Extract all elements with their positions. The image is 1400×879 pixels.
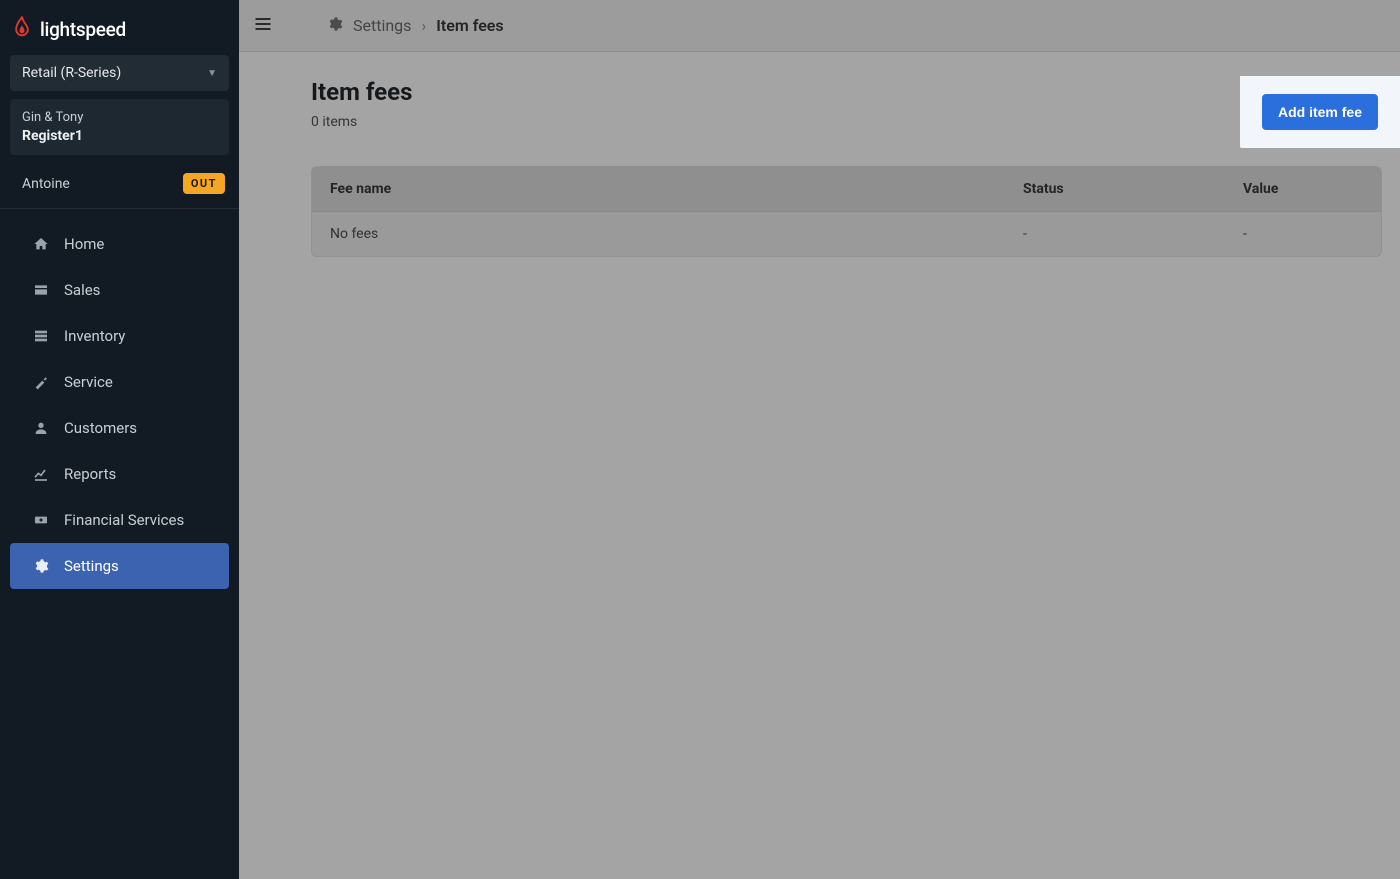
sidebar-item-financial[interactable]: Financial Services — [10, 497, 229, 543]
breadcrumb-current: Item fees — [436, 16, 503, 35]
brand-logo: lightspeed — [0, 0, 239, 55]
sidebar-item-reports[interactable]: Reports — [10, 451, 229, 497]
sales-icon — [32, 282, 50, 298]
sidebar-item-label: Home — [64, 235, 104, 253]
col-value: Value — [1243, 181, 1363, 197]
sidebar-item-label: Service — [64, 373, 113, 391]
chevron-down-icon: ▼ — [207, 68, 217, 79]
table-row: No fees - - — [312, 212, 1381, 256]
col-fee-name: Fee name — [330, 181, 1023, 197]
service-icon — [32, 374, 50, 390]
page-content: Item fees 0 items Fee name Status Value … — [239, 52, 1400, 287]
page-header: Item fees 0 items — [311, 78, 1382, 130]
brand-name: lightspeed — [40, 18, 126, 41]
user-row[interactable]: Antoine OUT — [0, 155, 239, 209]
inventory-icon — [32, 328, 50, 344]
item-count: 0 items — [311, 114, 412, 130]
series-label: Retail (R-Series) — [22, 65, 121, 81]
table-header: Fee name Status Value — [312, 167, 1381, 212]
sidebar-item-label: Reports — [64, 465, 116, 483]
chevron-right-icon: › — [421, 16, 426, 35]
breadcrumb: Settings › Item fees — [327, 16, 504, 36]
cell-value: - — [1243, 226, 1363, 242]
customers-icon — [32, 420, 50, 436]
sidebar-item-label: Settings — [64, 557, 119, 575]
financial-icon — [32, 512, 50, 528]
highlight-callout: Add item fee — [1240, 76, 1400, 148]
register-block[interactable]: Gin & Tony Register1 — [10, 99, 229, 155]
sidebar-item-sales[interactable]: Sales — [10, 267, 229, 313]
user-name: Antoine — [22, 176, 70, 192]
sidebar-item-label: Inventory — [64, 327, 125, 345]
series-switcher[interactable]: Retail (R-Series) ▼ — [10, 55, 229, 91]
home-icon — [32, 236, 50, 252]
gear-icon — [327, 16, 343, 36]
register-name: Register1 — [22, 127, 217, 146]
sidebar-item-customers[interactable]: Customers — [10, 405, 229, 451]
sidebar-item-service[interactable]: Service — [10, 359, 229, 405]
add-item-fee-button[interactable]: Add item fee — [1262, 94, 1378, 130]
breadcrumb-root[interactable]: Settings — [353, 16, 411, 35]
clock-out-badge[interactable]: OUT — [183, 173, 225, 194]
hamburger-icon[interactable] — [253, 14, 281, 38]
gear-icon — [32, 558, 50, 574]
cell-status: - — [1023, 226, 1243, 242]
sidebar-item-label: Customers — [64, 419, 137, 437]
sidebar-item-label: Sales — [64, 281, 100, 299]
cell-fee-name: No fees — [330, 226, 1023, 242]
sidebar-item-settings[interactable]: Settings — [10, 543, 229, 589]
sidebar-nav: Home Sales Inventory Service Customers — [0, 209, 239, 589]
sidebar-item-inventory[interactable]: Inventory — [10, 313, 229, 359]
main-area: Settings › Item fees Item fees 0 items F… — [239, 0, 1400, 879]
merchant-name: Gin & Tony — [22, 109, 217, 127]
sidebar-item-label: Financial Services — [64, 511, 184, 529]
fees-table: Fee name Status Value No fees - - — [311, 166, 1382, 257]
topbar: Settings › Item fees — [239, 0, 1400, 52]
sidebar: lightspeed Retail (R-Series) ▼ Gin & Ton… — [0, 0, 239, 879]
page-title: Item fees — [311, 78, 412, 106]
reports-icon — [32, 466, 50, 482]
col-status: Status — [1023, 181, 1243, 197]
flame-icon — [12, 15, 32, 43]
sidebar-item-home[interactable]: Home — [10, 221, 229, 267]
